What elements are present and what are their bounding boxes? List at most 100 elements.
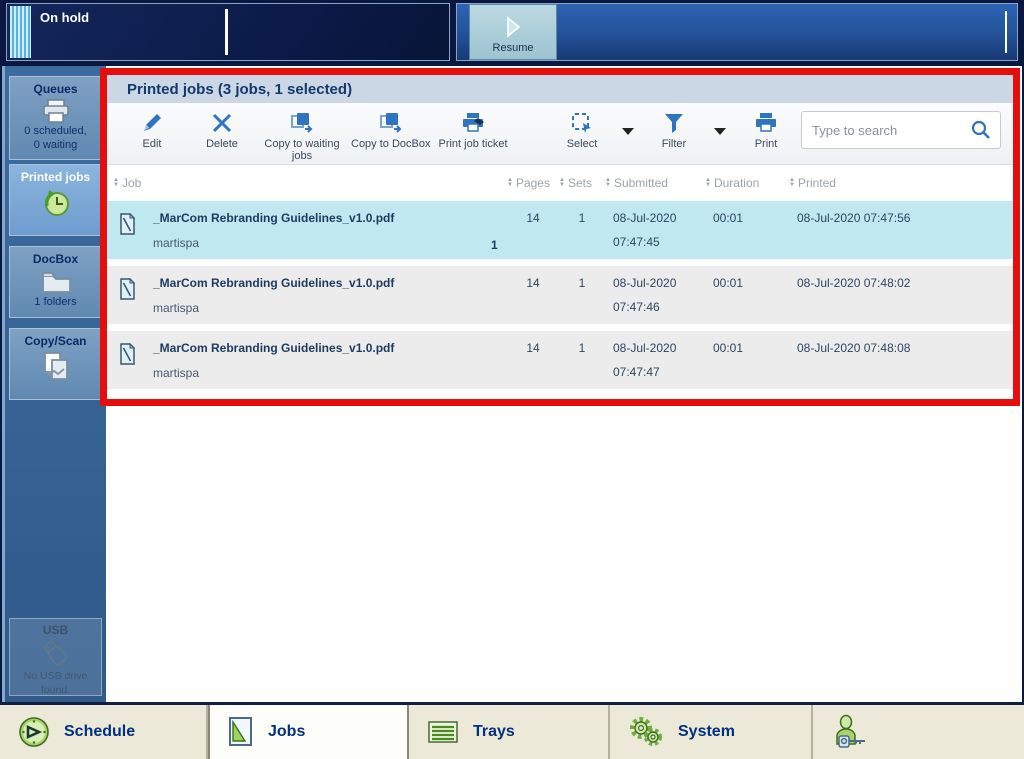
chevron-down-icon (622, 128, 634, 135)
pages-cell: 14 (507, 201, 559, 225)
printed-cell: 08-Jul-2020 07:47:56 (789, 201, 1005, 225)
striped-progress-bar (10, 6, 31, 58)
table-row[interactable]: _MarCom Rebranding Guidelines_v1.0.pdf m… (107, 331, 1013, 389)
sort-icon (507, 178, 513, 188)
docbox-label: DocBox (10, 252, 101, 266)
print-button[interactable]: Print (731, 110, 801, 150)
printed-jobs-panel-highlighted: Printed jobs (3 jobs, 1 selected) Edit D… (100, 68, 1020, 406)
copyscan-label: Copy/Scan (10, 334, 101, 348)
top-status-bar: On hold Resume (0, 0, 1024, 66)
tab-jobs[interactable]: Jobs (208, 705, 409, 759)
document-page-icon (107, 201, 147, 235)
docbox-status: 1 folders (10, 295, 101, 309)
sidebar-item-copyscan[interactable]: Copy/Scan (9, 328, 102, 400)
resume-button-label: Resume (493, 42, 534, 54)
job-name: _MarCom Rebranding Guidelines_v1.0.pdf (153, 276, 503, 290)
filter-button[interactable]: Filter (639, 110, 709, 150)
queues-status-line2: 0 waiting (10, 138, 101, 152)
duration-cell: 00:01 (705, 201, 789, 225)
resume-button[interactable]: Resume (469, 4, 557, 60)
sidebar-item-queues[interactable]: Queues 0 scheduled, 0 waiting (9, 76, 102, 160)
table-row[interactable]: _MarCom Rebranding Guidelines_v1.0.pdf m… (107, 201, 1013, 259)
queues-status-line1: 0 scheduled, (10, 124, 101, 138)
sets-cell: 1 (559, 331, 605, 355)
printer-status-panel: On hold (6, 3, 450, 61)
sidebar-item-docbox[interactable]: DocBox 1 folders (9, 246, 102, 318)
column-header-duration[interactable]: Duration (705, 176, 789, 190)
status-separator (225, 9, 228, 55)
funnel-icon (662, 110, 686, 136)
panel-header: Printed jobs (3 jobs, 1 selected) (107, 75, 1013, 103)
column-header-sets[interactable]: Sets (559, 176, 605, 190)
printer-icon (41, 98, 71, 124)
tab-system-label: System (678, 723, 735, 741)
green-gears-icon (628, 716, 664, 748)
document-page-icon (107, 266, 147, 300)
filter-dropdown-button[interactable] (709, 118, 731, 144)
operator-key-icon (831, 714, 871, 750)
duration-cell: 00:01 (705, 266, 789, 290)
queues-label: Queues (10, 82, 101, 96)
panel-title: Printed jobs (3 jobs, 1 selected) (127, 81, 352, 98)
bottom-tab-bar: Schedule Jobs Trays System (0, 702, 1024, 759)
usb-label: USB (10, 623, 101, 637)
green-document-icon (228, 716, 254, 748)
sidebar-item-printed-jobs[interactable]: Printed jobs (9, 164, 102, 236)
delete-button[interactable]: Delete (187, 110, 257, 150)
magnifier-icon[interactable] (970, 119, 992, 141)
job-owner: martispa (153, 236, 503, 250)
pages-cell: 14 (507, 266, 559, 290)
tab-system[interactable]: System (610, 705, 813, 759)
select-dropdown-button[interactable] (617, 118, 639, 144)
table-row[interactable]: _MarCom Rebranding Guidelines_v1.0.pdf m… (107, 266, 1013, 324)
tab-trays[interactable]: Trays (409, 705, 610, 759)
select-button[interactable]: Select (547, 110, 617, 150)
usb-status: No USB drive found. (10, 669, 101, 697)
job-name: _MarCom Rebranding Guidelines_v1.0.pdf (153, 341, 503, 355)
job-cell: _MarCom Rebranding Guidelines_v1.0.pdf m… (147, 266, 507, 315)
sort-icon (705, 178, 711, 188)
green-clock-icon (18, 716, 50, 748)
edit-button[interactable]: Edit (117, 110, 187, 150)
green-clock-history-icon (39, 186, 73, 220)
printed-sets-count: 1 (491, 238, 498, 252)
green-tray-icon (427, 719, 459, 745)
submitted-cell: 08-Jul-2020 07:47:46 (605, 266, 705, 314)
printer-control-screen: { "top_bar": { "status_label": "On hold"… (0, 0, 1024, 759)
tab-schedule[interactable]: Schedule (0, 705, 208, 759)
sort-icon (605, 178, 611, 188)
left-sidebar: Queues 0 scheduled, 0 waiting Printed jo… (2, 66, 106, 702)
job-owner: martispa (153, 301, 503, 315)
copy-pages-icon (39, 350, 73, 384)
print-job-ticket-button[interactable]: Print job ticket (434, 110, 511, 150)
usb-stick-icon (39, 639, 73, 669)
search-box (801, 111, 1001, 149)
marquee-select-icon (570, 110, 594, 136)
copy-icon (289, 110, 315, 136)
copy-to-docbox-button[interactable]: Copy to DocBox (347, 110, 434, 150)
column-header-job[interactable]: Job (107, 176, 507, 190)
chevron-down-icon (714, 128, 726, 135)
jobs-toolbar: Edit Delete Copy to waiting jobs (107, 103, 1013, 165)
pencil-icon (140, 110, 164, 136)
jobs-table-header: Job Pages Sets Submitted Duration Printe… (107, 165, 1013, 201)
folder-icon (39, 268, 73, 295)
printed-cell: 08-Jul-2020 07:48:02 (789, 266, 1005, 290)
play-triangle-icon (503, 16, 523, 38)
sort-icon (113, 178, 119, 188)
sets-cell: 1 (559, 266, 605, 290)
tab-operator-login[interactable] (813, 705, 1024, 759)
column-header-submitted[interactable]: Submitted (605, 176, 705, 190)
submitted-cell: 08-Jul-2020 07:47:47 (605, 331, 705, 379)
sidebar-item-usb: USB No USB drive found. (9, 618, 102, 696)
copy-to-waiting-jobs-button[interactable]: Copy to waiting jobs (257, 110, 347, 162)
tab-trays-label: Trays (473, 723, 515, 741)
document-page-icon (107, 331, 147, 365)
printer-ticket-icon (460, 110, 486, 136)
search-input[interactable] (810, 122, 970, 139)
column-header-pages[interactable]: Pages (507, 176, 559, 190)
job-name: _MarCom Rebranding Guidelines_v1.0.pdf (153, 211, 503, 225)
printed-jobs-label: Printed jobs (10, 170, 101, 184)
tab-jobs-label: Jobs (268, 723, 305, 741)
column-header-printed[interactable]: Printed (789, 176, 1005, 190)
